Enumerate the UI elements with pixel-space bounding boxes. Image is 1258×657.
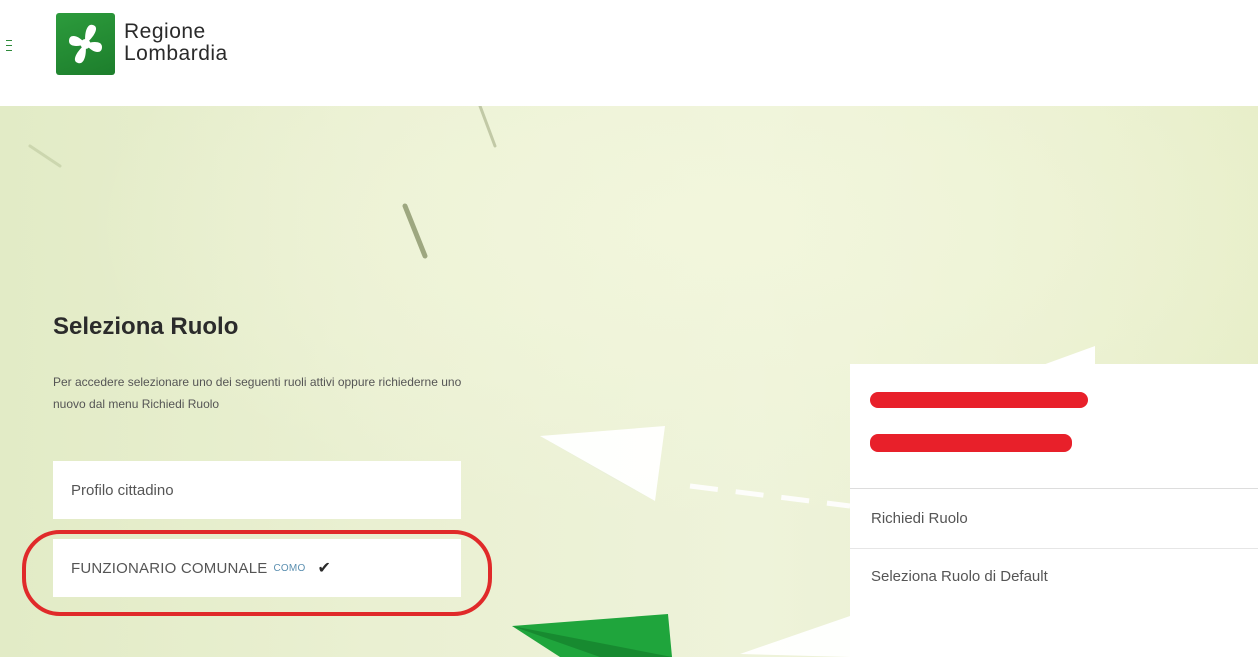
brand-name-line1: Regione bbox=[124, 20, 206, 43]
role-option-label: FUNZIONARIO COMUNALE bbox=[71, 559, 268, 577]
check-icon: ✔ bbox=[317, 560, 332, 577]
redacted-username bbox=[870, 392, 1088, 408]
divider bbox=[850, 488, 1258, 489]
role-option-citizen[interactable]: Profilo cittadino bbox=[53, 461, 461, 519]
page-title: Seleziona Ruolo bbox=[53, 313, 239, 340]
brand-name[interactable]: Regione Lombardia bbox=[124, 20, 228, 66]
brand-name-line2: Lombardia bbox=[124, 42, 228, 65]
role-option-municipal-officer[interactable]: FUNZIONARIO COMUNALE COMO ✔ bbox=[53, 539, 461, 597]
role-option-sublabel: COMO bbox=[273, 562, 306, 574]
hero-background: Seleziona Ruolo Per accedere selezionare… bbox=[0, 106, 1258, 657]
menu-item-request-role[interactable]: Richiedi Ruolo bbox=[871, 510, 968, 527]
hamburger-icon[interactable] bbox=[6, 40, 14, 51]
role-option-label: Profilo cittadino bbox=[71, 481, 174, 499]
redacted-email bbox=[870, 434, 1072, 452]
page-description: Per accedere selezionare uno dei seguent… bbox=[53, 375, 462, 411]
site-header: Regione Lombardia bbox=[0, 0, 1258, 106]
menu-item-default-role[interactable]: Seleziona Ruolo di Default bbox=[871, 568, 1048, 585]
user-menu-panel: Richiedi Ruolo Seleziona Ruolo di Defaul… bbox=[850, 364, 1258, 657]
divider bbox=[850, 548, 1258, 549]
rosa-camuna-icon[interactable] bbox=[56, 13, 115, 75]
